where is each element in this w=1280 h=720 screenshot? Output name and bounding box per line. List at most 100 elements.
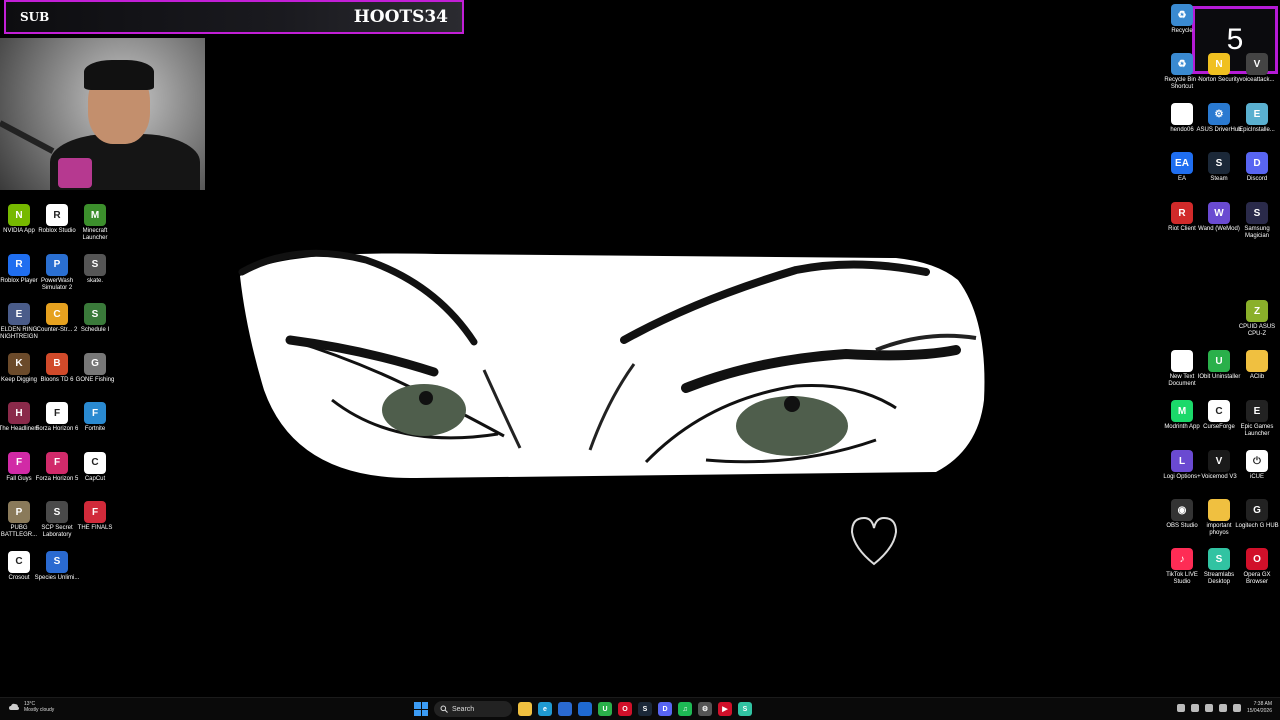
desktop-icon-label: Epic Games Launcher <box>1240 424 1274 437</box>
desktop-icon[interactable]: F THE FINALS <box>76 501 114 532</box>
desktop-icon[interactable]: S Species Unlimi... <box>35 550 79 582</box>
desktop-icon[interactable]: O Opera GX Browser <box>1238 548 1276 586</box>
desktop-icon-label: Recycle <box>1171 28 1193 34</box>
steam-taskbar-icon[interactable]: S <box>638 702 652 716</box>
desktop-icon[interactable]: C Crosout <box>0 550 38 582</box>
subscriber-name: HOOTS34 <box>353 7 448 27</box>
desktop-icon-label: EpicInstalle... <box>1239 127 1275 133</box>
mail-icon[interactable] <box>578 702 592 716</box>
desktop-icon[interactable]: P PUBG BATTLEGR... <box>0 501 38 539</box>
desktop-icon[interactable]: New Text Document <box>1163 350 1201 388</box>
desktop-icon[interactable]: ⚙ ASUS DriverHub <box>1196 103 1242 134</box>
discord-taskbar-icon[interactable]: D <box>658 702 672 716</box>
desktop-icon-label: voiceattack... <box>1239 77 1275 83</box>
folder-important-icon <box>1208 499 1230 521</box>
microphone-icon[interactable] <box>1204 704 1213 712</box>
desktop-icon[interactable]: B Bloons TD 6 <box>38 352 76 384</box>
desktop-icon[interactable]: Sskate. <box>76 253 114 285</box>
desktop-icon[interactable]: G GONE Fishing <box>76 352 114 384</box>
forza6-icon: F <box>46 402 68 424</box>
desktop-icon[interactable]: AClib <box>1238 350 1276 381</box>
desktop-icon[interactable]: ♻ Recycle Bin - Shortcut <box>1163 53 1201 91</box>
desktop-icon[interactable]: F Fortnite <box>76 402 114 433</box>
desktop-icon-label: Discord <box>1246 176 1268 182</box>
desktop-icon[interactable]: C CurseForge <box>1200 400 1238 431</box>
recycle-bin-icon: ♻ <box>1171 4 1193 26</box>
file-explorer-icon[interactable] <box>518 702 532 716</box>
desktop-icon[interactable]: ⏻ iCUE <box>1238 450 1276 481</box>
desktop-icon[interactable]: W Wand (WeMod) <box>1198 202 1240 233</box>
desktop-icon[interactable]: S Streamlabs Desktop <box>1200 548 1238 586</box>
desktop-icon-label: AClib <box>1249 374 1265 380</box>
heart-doodle <box>850 516 898 566</box>
taskbar-search[interactable]: Search <box>434 701 512 717</box>
desktop-icon[interactable]: C CapCut <box>76 451 114 483</box>
desktop-icon[interactable]: ♻ Recycle <box>1163 4 1201 35</box>
start-button[interactable] <box>414 702 428 716</box>
desktop-icon-label: CPUID ASUS CPU-Z <box>1238 324 1276 337</box>
desktop-icon[interactable]: E EpicInstalle... <box>1238 103 1276 134</box>
forza5-icon: F <box>46 451 68 474</box>
edge-icon[interactable]: e <box>538 702 552 716</box>
sub-label: SUB <box>20 10 50 24</box>
desktop-icon[interactable]: important phoyos <box>1200 499 1238 537</box>
clock[interactable]: 7:38 AM 15/04/2026 <box>1247 701 1272 715</box>
pubg-icon: P <box>8 501 30 523</box>
desktop-icon[interactable]: V Voicemod V3 <box>1200 450 1238 481</box>
desktop-icon[interactable]: Vvoiceattack... <box>1238 53 1276 84</box>
desktop-icon[interactable]: Z CPUID ASUS CPU-Z <box>1238 300 1276 338</box>
desktop-icon-label: GONE Fishing <box>75 376 115 383</box>
desktop-icon[interactable]: M Minecraft Launcher <box>76 204 114 242</box>
desktop-icon-label: Fortnite <box>84 426 106 432</box>
desktop-icon[interactable]: S Schedule I <box>76 303 114 334</box>
opera-taskbar-icon[interactable]: O <box>618 702 632 716</box>
weather-widget[interactable]: 13°C Mostly cloudy <box>8 701 54 713</box>
desktop-icon[interactable]: K Keep Digging <box>0 352 38 384</box>
network-icon[interactable] <box>1218 704 1227 712</box>
logi-options-icon: L <box>1171 450 1193 472</box>
desktop-icon[interactable]: F Fall Guys <box>0 451 38 483</box>
voiceattack-icon: V <box>1246 53 1268 75</box>
desktop-icon[interactable]: N Norton Security <box>1198 53 1240 84</box>
desktop-icon-label: Species Unlimi... <box>34 574 80 581</box>
desktop-icon[interactable]: C Counter-Str... 2 <box>37 303 77 334</box>
search-placeholder: Search <box>452 705 475 713</box>
desktop-icon[interactable]: H The Headliners <box>0 402 39 433</box>
desktop-icon[interactable]: S SCP Secret Laboratory <box>38 501 76 539</box>
schedule-icon: S <box>84 303 106 325</box>
desktop-icon[interactable]: P PowerWash Simulator 2 <box>38 253 76 292</box>
youtube-icon[interactable]: ▶ <box>718 702 732 716</box>
the-finals-icon: F <box>84 501 106 523</box>
desktop-icon[interactable]: G Logitech G HUB <box>1235 499 1279 530</box>
chevron-up-icon[interactable] <box>1176 704 1185 712</box>
streamlabs-icon: S <box>1208 548 1230 570</box>
headliners-icon: H <box>8 402 30 424</box>
cloud-icon <box>9 703 19 710</box>
opera-gx-icon: O <box>1246 548 1268 570</box>
roblox-studio-icon: R <box>46 204 68 226</box>
volume-icon[interactable] <box>1232 704 1241 712</box>
desktop-icon[interactable]: U IObit Uninstaller <box>1198 350 1240 381</box>
streamlabs-taskbar-icon[interactable]: S <box>738 702 752 716</box>
desktop-icon[interactable]: F Forza Horizon 6 <box>36 402 78 433</box>
desktop-icon[interactable]: R Roblox Studio <box>38 204 76 235</box>
roblox-player-icon: R <box>8 253 30 276</box>
spotify-icon[interactable]: ♫ <box>678 702 692 716</box>
clock-date: 15/04/2026 <box>1246 708 1272 714</box>
desktop-icon[interactable]: F Forza Horizon 5 <box>36 451 78 483</box>
desktop-icon[interactable]: E Epic Games Launcher <box>1238 400 1276 438</box>
folder-icon <box>1246 350 1268 372</box>
onedrive-icon[interactable] <box>1190 704 1199 712</box>
desktop-icon[interactable]: S Steam <box>1200 152 1238 183</box>
desktop-icon[interactable]: R Roblox Player <box>0 253 38 285</box>
desktop-icon[interactable]: E ELDEN RING NIGHTREIGN <box>0 303 38 341</box>
desktop-icon[interactable]: D Discord <box>1238 152 1276 183</box>
voicemod-icon: V <box>1208 450 1230 472</box>
store-icon[interactable] <box>558 702 572 716</box>
norton-icon: N <box>1208 53 1230 75</box>
desktop-icon[interactable]: N NVIDIA App <box>0 204 38 235</box>
settings-icon[interactable]: ⚙ <box>698 702 712 716</box>
iobit-taskbar-icon[interactable]: U <box>598 702 612 716</box>
desktop-icon[interactable]: S Samsung Magician <box>1238 202 1276 240</box>
recycle-bin-shortcut-icon: ♻ <box>1171 53 1193 75</box>
